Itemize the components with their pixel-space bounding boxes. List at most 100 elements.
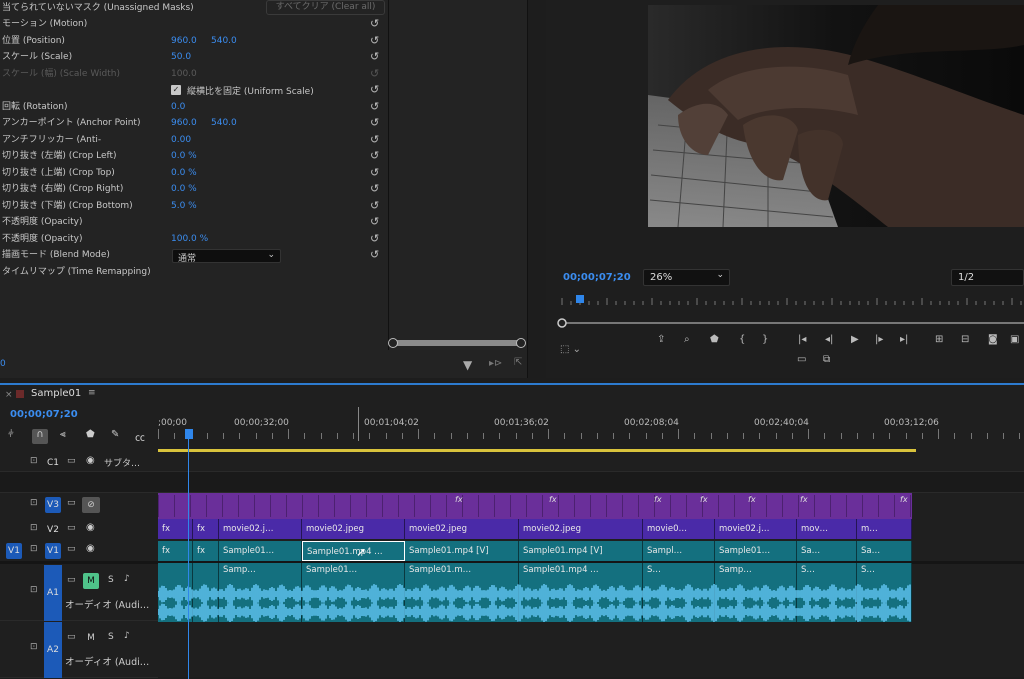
snap-icon[interactable]: ∩ <box>32 429 48 444</box>
track-target-v2[interactable]: V2 <box>45 522 61 538</box>
reset-icon[interactable]: ↺ <box>370 51 382 63</box>
reset-icon[interactable]: ↺ <box>370 233 382 245</box>
v1-clip[interactable]: Sample01.mp4 [V] <box>519 541 643 561</box>
v1-clip[interactable]: Sa… <box>797 541 857 561</box>
effect-value[interactable]: 0.0 <box>171 99 185 116</box>
play-audio-icon[interactable]: ▸⊳ <box>489 358 502 369</box>
program-playhead[interactable] <box>576 295 584 303</box>
effect-value-2[interactable]: 540.0 <box>211 33 237 50</box>
go-to-in-icon[interactable]: |◂ <box>798 334 806 345</box>
sequence-tab[interactable]: Sample01 <box>31 388 81 399</box>
sync-icon[interactable]: ▭ <box>67 575 76 585</box>
eye-icon[interactable]: ◉ <box>86 522 95 533</box>
solo-button[interactable]: S <box>108 575 114 585</box>
fx-badge[interactable]: fx <box>748 495 756 504</box>
effect-value[interactable]: 0.0 % <box>171 165 197 182</box>
scrollbar-right-handle[interactable] <box>516 338 526 348</box>
sync-icon[interactable]: ▭ <box>67 456 76 466</box>
close-icon[interactable]: × <box>5 390 13 400</box>
menu-icon[interactable]: ≡ <box>88 388 96 398</box>
reset-icon[interactable]: ↺ <box>370 101 382 113</box>
v2-clip[interactable]: m… <box>857 519 912 539</box>
v2-clip[interactable]: movie02.jpeg <box>519 519 643 539</box>
captions-icon[interactable]: ㏄ <box>135 429 145 444</box>
source-patch-v1[interactable]: V1 <box>6 543 22 559</box>
multi-camera-icon[interactable]: ▭ <box>797 354 806 365</box>
reset-icon[interactable]: ↺ <box>370 183 382 195</box>
program-timeruler[interactable] <box>556 292 1024 332</box>
v1-clip[interactable]: Sample01.mp4 … <box>302 541 405 561</box>
reset-icon[interactable]: ↺ <box>370 216 382 228</box>
vr-icon[interactable]: ⧉ <box>823 354 830 365</box>
reset-icon[interactable]: ↺ <box>370 200 382 212</box>
mark-out-icon[interactable]: } <box>762 334 768 345</box>
overwrite-icon[interactable]: ⊟ <box>961 334 969 345</box>
v1-clip[interactable]: Sampl… <box>643 541 715 561</box>
mute-button[interactable]: M <box>83 573 99 589</box>
reset-icon[interactable]: ↺ <box>370 68 382 80</box>
mic-icon[interactable]: ♪ <box>124 631 130 641</box>
v1-clip[interactable]: Sample01.mp4 [V] <box>405 541 519 561</box>
scrollbar-left-handle[interactable] <box>388 338 398 348</box>
add-marker-icon[interactable]: ⬟ <box>86 429 95 440</box>
effect-value-2[interactable]: 540.0 <box>211 115 237 132</box>
export-frame-icon[interactable]: ⇪ <box>657 334 665 345</box>
resolution-dropdown[interactable]: 1/2 <box>951 269 1024 286</box>
safe-margins-icon[interactable]: ⬚ ⌄ <box>560 344 581 355</box>
effect-value[interactable]: 960.0 <box>171 115 197 132</box>
play-icon[interactable]: ▶ <box>851 334 859 345</box>
sync-icon[interactable]: ▭ <box>67 523 76 533</box>
lock-icon[interactable]: ⊡ <box>30 544 38 554</box>
audio-track-target[interactable]: A1 <box>44 565 62 621</box>
reset-icon[interactable]: ↺ <box>370 150 382 162</box>
go-to-out-icon[interactable]: ▸| <box>900 334 908 345</box>
effect-value[interactable]: 960.0 <box>171 33 197 50</box>
eye-off-icon[interactable]: ⊘ <box>82 497 100 513</box>
filter-icon[interactable]: ▼ <box>463 358 472 372</box>
compare-icon[interactable]: ▣ <box>1010 334 1019 345</box>
track-target-c1[interactable]: C1 <box>45 455 61 471</box>
v2-clip[interactable]: fx <box>193 519 219 539</box>
mute-button[interactable]: M <box>83 630 99 646</box>
reset-icon[interactable]: ↺ <box>370 167 382 179</box>
fx-badge[interactable]: fx <box>800 495 808 504</box>
timeline-timecode[interactable]: 00;00;07;20 <box>10 409 78 420</box>
v1-clip[interactable]: Sa… <box>857 541 912 561</box>
effect-value[interactable]: 5.0 % <box>171 198 197 215</box>
nest-icon[interactable]: ⫩ <box>8 429 14 440</box>
track-target-v1[interactable]: V1 <box>45 543 61 559</box>
v1-clip[interactable]: Sample01… <box>219 541 302 561</box>
v2-clip[interactable]: movie02.jpeg <box>302 519 405 539</box>
timeline-playhead-handle[interactable] <box>185 429 193 439</box>
lift-icon[interactable]: ⊞ <box>935 334 943 345</box>
camera-icon[interactable]: ◙ <box>988 334 998 345</box>
reset-icon[interactable]: ↺ <box>370 84 382 96</box>
sync-icon[interactable]: ▭ <box>67 498 76 508</box>
reset-icon[interactable]: ↺ <box>370 35 382 47</box>
program-timecode[interactable]: 00;00;07;20 <box>563 272 631 283</box>
extract-icon[interactable]: ⌕ <box>684 334 690 345</box>
eye-icon[interactable]: ◉ <box>86 455 95 466</box>
blend-mode-dropdown[interactable]: 通常 ⌄ <box>172 249 281 264</box>
zoom-dropdown[interactable]: 26% ⌄ <box>643 269 730 286</box>
export-icon[interactable]: ⇱ <box>514 357 522 368</box>
lock-icon[interactable]: ⊡ <box>30 456 38 466</box>
effect-value[interactable]: 0.0 % <box>171 181 197 198</box>
lock-icon[interactable]: ⊡ <box>30 585 38 595</box>
reset-icon[interactable]: ↺ <box>370 117 382 129</box>
solo-button[interactable]: S <box>108 632 114 642</box>
effect-value[interactable]: 50.0 <box>171 49 191 66</box>
eye-icon[interactable]: ◉ <box>86 543 95 554</box>
step-back-icon[interactable]: ◂| <box>825 334 833 345</box>
fx-badge[interactable]: fx <box>549 495 557 504</box>
effect-value[interactable]: 0.0 % <box>171 148 197 165</box>
work-area-bar[interactable] <box>158 449 916 452</box>
reset-icon[interactable]: ↺ <box>370 249 382 261</box>
step-forward-icon[interactable]: |▸ <box>875 334 883 345</box>
effect-value[interactable]: 0.00 <box>171 132 191 149</box>
v2-clip[interactable]: movie02.jpeg <box>405 519 519 539</box>
v2-clip[interactable]: mov… <box>797 519 857 539</box>
effect-value[interactable]: 100.0 <box>171 66 197 83</box>
track-target-v3[interactable]: V3 <box>45 497 61 513</box>
uniform-scale-checkbox[interactable]: ✓ <box>171 85 181 95</box>
